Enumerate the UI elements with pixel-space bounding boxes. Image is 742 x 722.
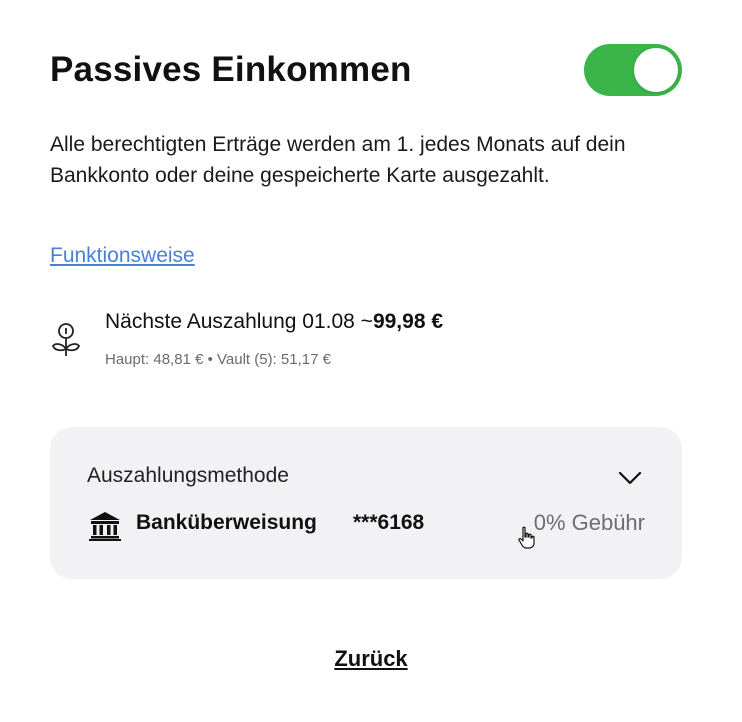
how-it-works-link[interactable]: Funktionsweise <box>50 244 195 268</box>
payout-method-name: Banküberweisung <box>136 511 317 534</box>
next-payout-amount: 99,98 € <box>372 310 444 333</box>
payout-method-label: Auszahlungsmethode <box>87 464 289 487</box>
sprout-coin-icon <box>51 323 81 356</box>
chevron-down-icon[interactable] <box>618 470 642 486</box>
next-payout-label: Nächste Auszahlung 01.08 ~ <box>105 310 373 333</box>
toggle-knob <box>634 48 678 92</box>
back-button-wrap: Zurück <box>0 646 742 672</box>
description-text: Alle berechtigten Erträge werden am 1. j… <box>50 133 626 187</box>
back-button[interactable]: Zurück <box>334 646 407 671</box>
page-title: Passives Einkommen <box>50 50 412 89</box>
payout-breakdown: Haupt: 48,81 € • Vault (5): 51,17 € <box>105 351 331 368</box>
fee-text: 0% Gebühr <box>533 510 645 535</box>
payout-method-card[interactable]: Auszahlungsmethode Banküberweisung ***61… <box>50 427 682 579</box>
passive-income-toggle[interactable] <box>584 44 682 96</box>
account-number: ***6168 <box>353 511 425 534</box>
bank-icon <box>89 512 121 541</box>
next-payout-line: Nächste Auszahlung 01.08 ~99,98 € <box>105 310 443 334</box>
